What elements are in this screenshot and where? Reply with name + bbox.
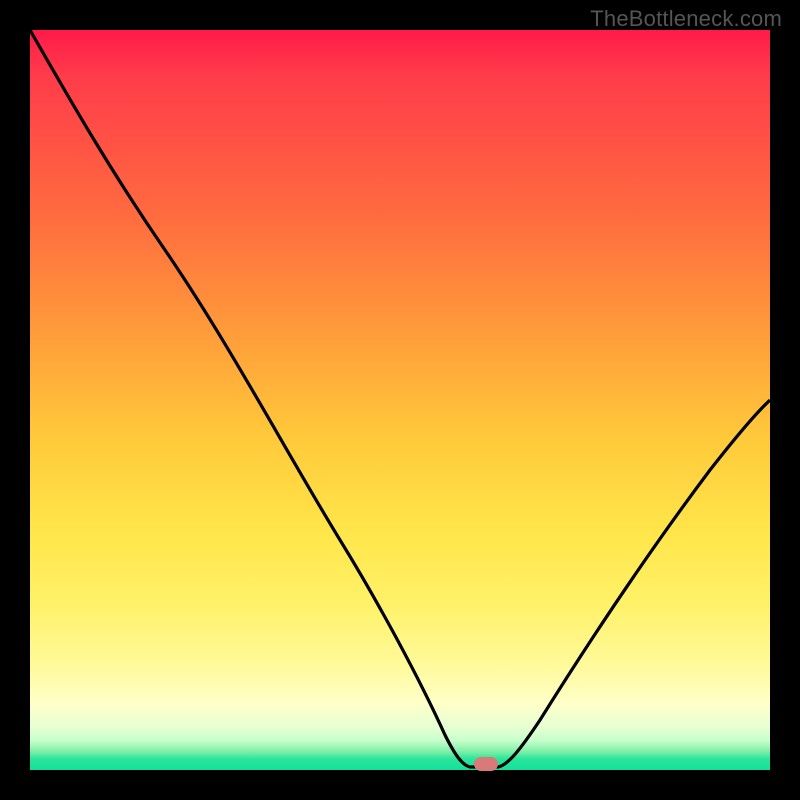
chart-frame: TheBottleneck.com: [0, 0, 800, 800]
curve-svg: [30, 30, 770, 770]
watermark-text: TheBottleneck.com: [590, 6, 782, 32]
optimal-marker: [474, 757, 498, 771]
gradient-plot-area: [30, 30, 770, 770]
bottleneck-curve: [30, 30, 770, 767]
